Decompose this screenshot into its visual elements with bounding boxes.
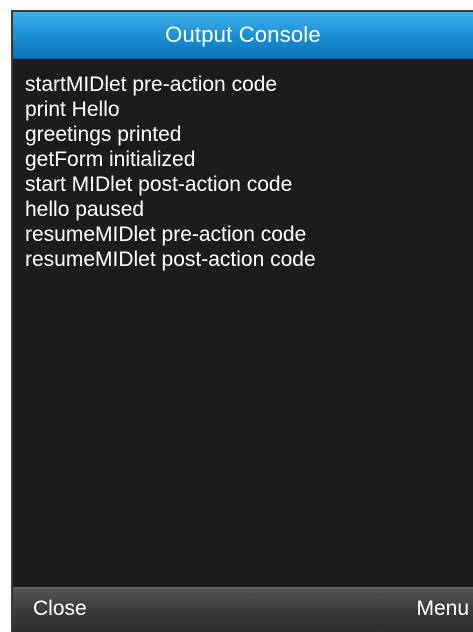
- phone-screen: Output Console startMIDlet pre-action co…: [11, 10, 473, 632]
- menu-softkey[interactable]: Menu: [416, 596, 469, 622]
- console-line: print Hello: [25, 98, 120, 121]
- console-line: getForm initialized: [25, 148, 196, 171]
- close-softkey[interactable]: Close: [33, 596, 87, 622]
- window-title: Output Console: [165, 22, 321, 47]
- console-line: resumeMIDlet pre-action code: [25, 223, 307, 246]
- console-output: startMIDlet pre-action code print Hello …: [25, 72, 463, 272]
- title-bar: Output Console: [13, 12, 473, 59]
- console-line: resumeMIDlet post-action code: [25, 248, 316, 271]
- softkey-bar: Close Menu: [13, 587, 473, 632]
- console-line: start MIDlet post-action code: [25, 173, 293, 196]
- console-line: startMIDlet pre-action code: [25, 73, 278, 96]
- console-line: greetings printed: [25, 123, 182, 146]
- console-line: hello paused: [25, 198, 145, 221]
